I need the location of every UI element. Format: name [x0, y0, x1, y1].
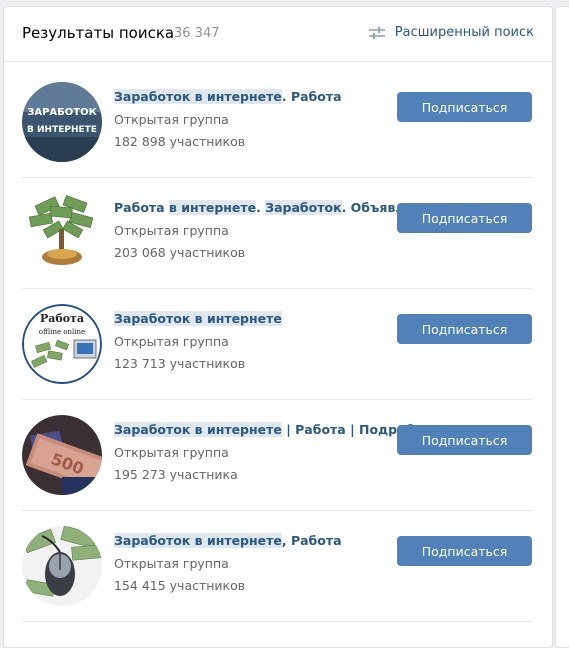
group-avatar[interactable]: 500	[22, 415, 102, 495]
svg-text:ЗАРАБОТОК: ЗАРАБОТОК	[27, 107, 97, 118]
group-row: Работа в интернете. Заработок. Объявлени…	[22, 178, 532, 289]
group-name-link[interactable]: Заработок в интернете, Работа	[114, 533, 342, 548]
group-row: Работа offline online Заработок в интерн…	[22, 289, 532, 400]
group-members: 182 898 участников	[114, 134, 246, 149]
group-row: Заработок в интернете, Работа Открытая г…	[22, 511, 532, 622]
subscribe-button[interactable]: Подписаться	[397, 203, 532, 233]
results-header: Результаты поиска 36 347 Расширенный пои…	[4, 7, 552, 62]
svg-text:Работа: Работа	[40, 312, 84, 325]
subscribe-button[interactable]: Подписаться	[397, 314, 532, 344]
subscribe-button[interactable]: Подписаться	[397, 92, 532, 122]
group-name-link[interactable]: Заработок в интернете	[114, 311, 282, 326]
group-members: 203 068 участников	[114, 245, 246, 260]
group-avatar[interactable]: ЗАРАБОТОК В ИНТЕРНЕТЕ	[22, 82, 102, 162]
subscribe-button[interactable]: Подписаться	[397, 425, 532, 455]
svg-text:В ИНТЕРНЕТЕ: В ИНТЕРНЕТЕ	[27, 125, 97, 135]
group-name-link[interactable]: Заработок в интернете. Работа	[114, 89, 342, 104]
divider	[22, 621, 532, 622]
right-panel-edge	[555, 6, 569, 648]
group-row: ЗАРАБОТОК В ИНТЕРНЕТЕ Заработок в интерн…	[22, 67, 532, 178]
search-results-card: Результаты поиска 36 347 Расширенный пои…	[3, 6, 553, 648]
group-type: Открытая группа	[114, 334, 229, 349]
group-row: 500 Заработок в интернете | Работа | Под…	[22, 400, 532, 511]
group-type: Открытая группа	[114, 112, 229, 127]
advanced-search-label: Расширенный поиск	[394, 25, 534, 40]
results-count: 36 347	[174, 26, 220, 41]
group-avatar[interactable]: Работа offline online	[22, 304, 102, 384]
group-members: 154 415 участников	[114, 578, 246, 593]
subscribe-button[interactable]: Подписаться	[397, 536, 532, 566]
group-members: 123 713 участников	[114, 356, 246, 371]
group-name-link[interactable]: Работа в интернете. Заработок. Объявлени…	[114, 200, 438, 215]
svg-text:offline online: offline online	[39, 328, 85, 336]
results-title: Результаты поиска	[22, 24, 175, 42]
group-type: Открытая группа	[114, 223, 229, 238]
group-type: Открытая группа	[114, 556, 229, 571]
filter-sliders-icon	[368, 26, 385, 39]
advanced-search-link[interactable]: Расширенный поиск	[368, 25, 534, 40]
group-avatar[interactable]	[22, 526, 102, 606]
group-members: 195 273 участника	[114, 467, 238, 482]
group-avatar[interactable]	[22, 193, 102, 273]
